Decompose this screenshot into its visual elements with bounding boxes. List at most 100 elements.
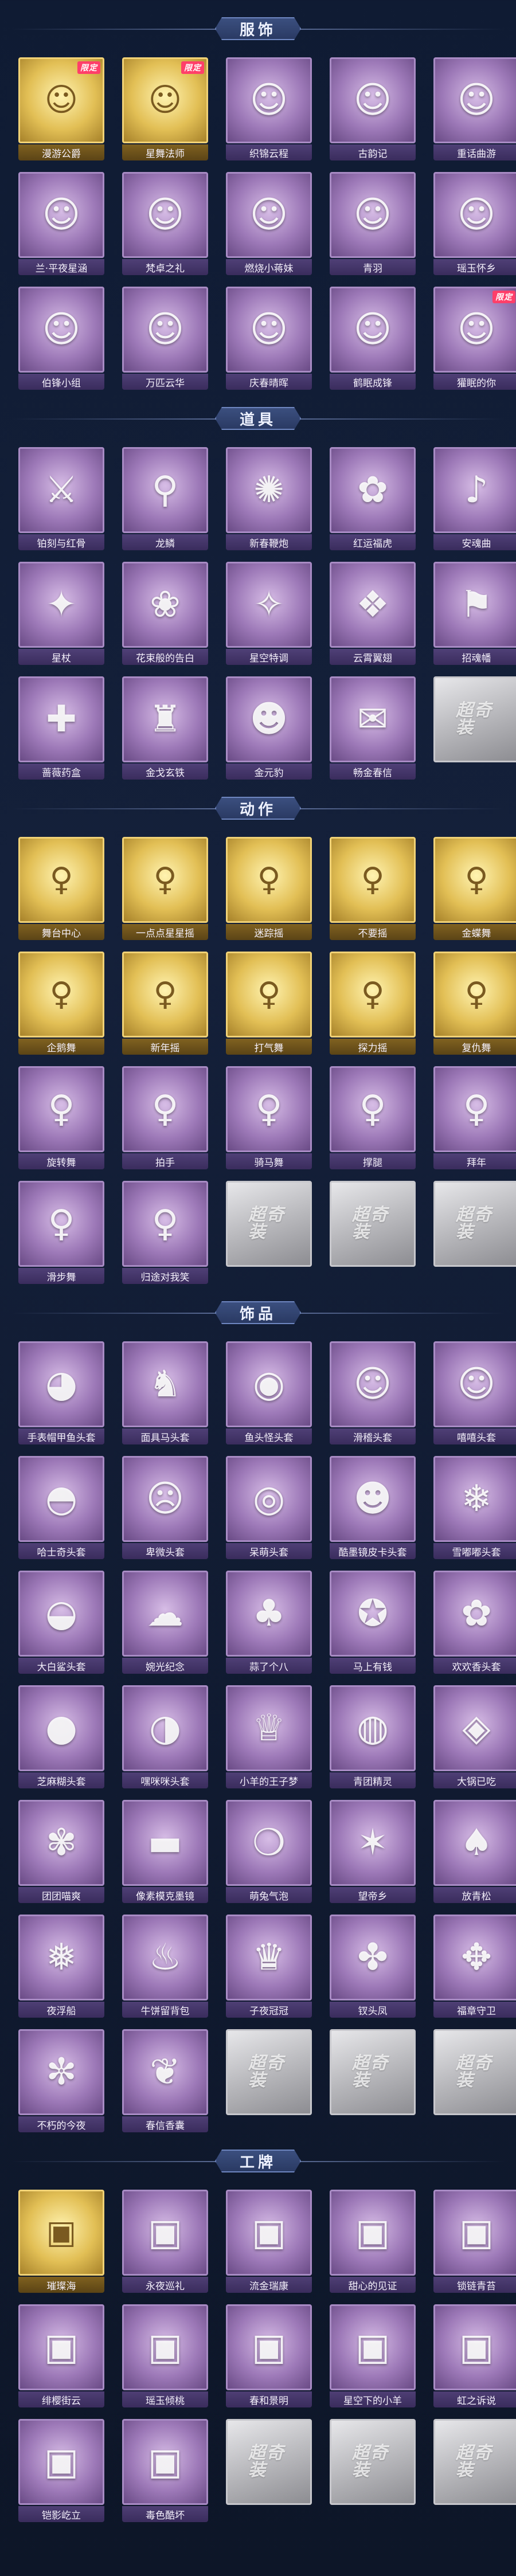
item-card[interactable]: ♣ 蒜了个八 bbox=[226, 1571, 312, 1674]
item-card[interactable]: ▣ 永夜巡礼 bbox=[122, 2190, 208, 2293]
item-card[interactable]: ▣ 瑶玉倾桃 bbox=[122, 2304, 208, 2407]
item-card[interactable]: ◓ 哈士奇头套 bbox=[18, 1456, 104, 1559]
locked-item-card[interactable]: 超奇装 bbox=[433, 676, 516, 780]
item-card[interactable]: ▣ 璀璨海 bbox=[18, 2190, 104, 2293]
item-card[interactable]: ☺ 鹤眠成锋 bbox=[330, 287, 416, 390]
locked-item-card[interactable]: 超奇装 bbox=[433, 2029, 516, 2132]
item-card[interactable]: ▣ 铠影屹立 bbox=[18, 2419, 104, 2522]
item-card[interactable]: ✿ 红运福虎 bbox=[330, 447, 416, 550]
item-card[interactable]: ☺ 限定 星舞法师 bbox=[122, 57, 208, 160]
item-card[interactable]: ☺ 万匹云华 bbox=[122, 287, 208, 390]
item-card[interactable]: ◉ 鱼头怪头套 bbox=[226, 1341, 312, 1444]
locked-item-card[interactable]: 超奇装 bbox=[226, 2419, 312, 2522]
item-card[interactable]: ❄ 雪嘟嘟头套 bbox=[433, 1456, 516, 1559]
item-card[interactable]: ◕ 手表帽甲鱼头套 bbox=[18, 1341, 104, 1444]
item-card[interactable]: ♞ 面具马头套 bbox=[122, 1341, 208, 1444]
locked-item-card[interactable]: 超奇装 bbox=[226, 1181, 312, 1284]
item-card[interactable]: ♀ 新年摇 bbox=[122, 952, 208, 1055]
item-card[interactable]: ♀ 拜年 bbox=[433, 1066, 516, 1169]
item-card[interactable]: ☻ 金元豹 bbox=[226, 676, 312, 780]
item-card[interactable]: ◎ 呆萌头套 bbox=[226, 1456, 312, 1559]
item-card[interactable]: ◍ 青团精灵 bbox=[330, 1685, 416, 1788]
item-card[interactable]: ❖ 云霄翼翅 bbox=[330, 562, 416, 665]
locked-item-card[interactable]: 超奇装 bbox=[433, 1181, 516, 1284]
item-card[interactable]: ▣ 春和景明 bbox=[226, 2304, 312, 2407]
item-card[interactable]: ♀ 一点点星星摇 bbox=[122, 837, 208, 940]
locked-item-card[interactable]: 超奇装 bbox=[330, 2029, 416, 2132]
item-card[interactable]: ♀ 撑腿 bbox=[330, 1066, 416, 1169]
locked-item-card[interactable]: 超奇装 bbox=[433, 2419, 516, 2522]
item-card[interactable]: ♀ 企鹅舞 bbox=[18, 952, 104, 1055]
item-card[interactable]: ◒ 大白鲨头套 bbox=[18, 1571, 104, 1674]
item-card[interactable]: ♪ 安魂曲 bbox=[433, 447, 516, 550]
item-card[interactable]: ☺ 织锦云程 bbox=[226, 57, 312, 160]
item-card[interactable]: ☺ 限定 獾眠的你 bbox=[433, 287, 516, 390]
item-card[interactable]: ▣ 甜心的见证 bbox=[330, 2190, 416, 2293]
item-card[interactable]: ♀ 探力摇 bbox=[330, 952, 416, 1055]
item-card[interactable]: ▣ 绯樱街云 bbox=[18, 2304, 104, 2407]
item-card[interactable]: ◈ 大锅已吃 bbox=[433, 1685, 516, 1788]
item-card[interactable]: ☺ 兰·平夜星涵 bbox=[18, 172, 104, 275]
item-card[interactable]: ☺ 燃烧小蒋妹 bbox=[226, 172, 312, 275]
item-card[interactable]: ▣ 虹之诉说 bbox=[433, 2304, 516, 2407]
item-card[interactable]: ♨ 牛饼留背包 bbox=[122, 1915, 208, 2018]
item-card[interactable]: ♀ 舞台中心 bbox=[18, 837, 104, 940]
item-card[interactable]: ✺ 新春鞭炮 bbox=[226, 447, 312, 550]
item-card[interactable]: ☺ 瑶玉怀乡 bbox=[433, 172, 516, 275]
item-card[interactable]: ✥ 福章守卫 bbox=[433, 1915, 516, 2018]
item-card[interactable]: ♀ 拍手 bbox=[122, 1066, 208, 1169]
item-card[interactable]: ✤ 钗头凤 bbox=[330, 1915, 416, 2018]
item-card[interactable]: ♀ 打气舞 bbox=[226, 952, 312, 1055]
item-card[interactable]: ▣ 锁链青苔 bbox=[433, 2190, 516, 2293]
item-card[interactable]: ♕ 小羊的王子梦 bbox=[226, 1685, 312, 1788]
item-card[interactable]: ☺ 庆春晴晖 bbox=[226, 287, 312, 390]
item-card[interactable]: ☻ 酷墨镜皮卡头套 bbox=[330, 1456, 416, 1559]
locked-item-card[interactable]: 超奇装 bbox=[226, 2029, 312, 2132]
item-card[interactable]: ▣ 毒色酷坏 bbox=[122, 2419, 208, 2522]
locked-item-card[interactable]: 超奇装 bbox=[330, 2419, 416, 2522]
item-card[interactable]: ♛ 子夜冠冠 bbox=[226, 1915, 312, 2018]
item-card[interactable]: ☺ 嘻嘻头套 bbox=[433, 1341, 516, 1444]
item-card[interactable]: ✦ 星杖 bbox=[18, 562, 104, 665]
locked-item-card[interactable]: 超奇装 bbox=[330, 1181, 416, 1284]
item-card[interactable]: ♜ 金戈玄铁 bbox=[122, 676, 208, 780]
item-card[interactable]: ⚑ 招魂幡 bbox=[433, 562, 516, 665]
item-card[interactable]: ♀ 金蝶舞 bbox=[433, 837, 516, 940]
item-card[interactable]: ⚲ 龙鳞 bbox=[122, 447, 208, 550]
item-card[interactable]: ☺ 青羽 bbox=[330, 172, 416, 275]
item-card[interactable]: ✧ 星空特调 bbox=[226, 562, 312, 665]
item-card[interactable]: ✉ 畅金春信 bbox=[330, 676, 416, 780]
item-card[interactable]: ♀ 复仇舞 bbox=[433, 952, 516, 1055]
item-card[interactable]: ☺ 古韵记 bbox=[330, 57, 416, 160]
item-card[interactable]: ❍ 萌兔气泡 bbox=[226, 1800, 312, 1903]
item-card[interactable]: ☺ 滑稽头套 bbox=[330, 1341, 416, 1444]
item-card[interactable]: ♀ 旋转舞 bbox=[18, 1066, 104, 1169]
item-card[interactable]: ☺ 限定 漫游公爵 bbox=[18, 57, 104, 160]
item-card[interactable]: ⚔ 铂刻与红骨 bbox=[18, 447, 104, 550]
item-card[interactable]: ✾ 团团喵爽 bbox=[18, 1800, 104, 1903]
item-card[interactable]: ✶ 望帝乡 bbox=[330, 1800, 416, 1903]
item-card[interactable]: ☺ 伯锋小组 bbox=[18, 287, 104, 390]
item-card[interactable]: ▬ 像素模克墨镜 bbox=[122, 1800, 208, 1903]
item-card[interactable]: ✼ 不朽的今夜 bbox=[18, 2029, 104, 2132]
item-card[interactable]: ♀ 滑步舞 bbox=[18, 1181, 104, 1284]
item-card[interactable]: ✿ 欢欢香头套 bbox=[433, 1571, 516, 1674]
item-card[interactable]: ♠ 放青松 bbox=[433, 1800, 516, 1903]
item-card[interactable]: ❅ 夜浮船 bbox=[18, 1915, 104, 2018]
item-card[interactable]: ☺ 重话曲游 bbox=[433, 57, 516, 160]
item-card[interactable]: ● 芝麻糊头套 bbox=[18, 1685, 104, 1788]
item-card[interactable]: ♀ 归途对我笑 bbox=[122, 1181, 208, 1284]
item-card[interactable]: ✚ 蔷薇药盒 bbox=[18, 676, 104, 780]
item-card[interactable]: ❦ 春信香囊 bbox=[122, 2029, 208, 2132]
item-card[interactable]: ▣ 星空下的小羊 bbox=[330, 2304, 416, 2407]
item-card[interactable]: ♀ 不要摇 bbox=[330, 837, 416, 940]
item-card[interactable]: ☹ 卑微头套 bbox=[122, 1456, 208, 1559]
item-card[interactable]: ▣ 流金瑞康 bbox=[226, 2190, 312, 2293]
item-card[interactable]: ☺ 梵卓之礼 bbox=[122, 172, 208, 275]
item-card[interactable]: ☁ 婉光纪念 bbox=[122, 1571, 208, 1674]
item-card[interactable]: ♀ 迷踪摇 bbox=[226, 837, 312, 940]
item-card[interactable]: ◑ 嘿咪咪头套 bbox=[122, 1685, 208, 1788]
item-card[interactable]: ♀ 骑马舞 bbox=[226, 1066, 312, 1169]
item-card[interactable]: ❀ 花束般的告白 bbox=[122, 562, 208, 665]
item-card[interactable]: ✪ 马上有钱 bbox=[330, 1571, 416, 1674]
